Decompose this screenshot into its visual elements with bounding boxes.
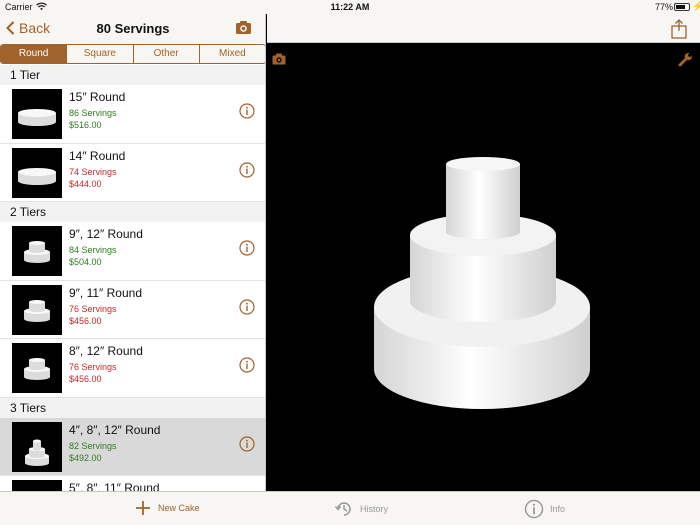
cake-thumbnail bbox=[12, 147, 62, 198]
servings-label: 86 Servings bbox=[69, 108, 117, 118]
wrench-icon[interactable] bbox=[678, 52, 693, 67]
cake-size-label: 15″ Round bbox=[69, 90, 126, 104]
info-icon[interactable] bbox=[239, 103, 255, 119]
cake-tier-top bbox=[446, 157, 520, 239]
section-header: 2 Tiers bbox=[0, 202, 265, 222]
price-label: $492.00 bbox=[69, 452, 102, 463]
segment-other[interactable]: Other bbox=[134, 45, 200, 63]
section-header: 1 Tier bbox=[0, 65, 265, 85]
history-label: History bbox=[360, 504, 389, 514]
battery-icon bbox=[674, 3, 690, 11]
shape-segmented-control: Round Square Other Mixed bbox=[0, 44, 265, 64]
cake-option-row[interactable]: 9″, 11″ Round 76 Servings $456.00 bbox=[0, 280, 265, 339]
servings-label: 76 Servings bbox=[69, 362, 117, 372]
cake-option-row[interactable]: 4″, 8″, 12″ Round 82 Servings $492.00 bbox=[0, 417, 265, 476]
info-circle-icon bbox=[524, 499, 544, 519]
servings-label: 76 Servings bbox=[69, 303, 117, 314]
new-cake-button[interactable]: New Cake bbox=[134, 499, 200, 517]
info-icon[interactable] bbox=[239, 298, 255, 315]
servings-label: 84 Servings bbox=[69, 245, 117, 255]
cake-size-label: 5″, 8″, 11″ Round bbox=[69, 481, 160, 491]
status-bar: Carrier 11:22 AM 77% ⚡ bbox=[0, 0, 700, 14]
clock: 11:22 AM bbox=[330, 2, 370, 12]
info-icon[interactable] bbox=[239, 435, 255, 452]
camera-icon[interactable] bbox=[272, 53, 286, 65]
cake-model bbox=[374, 157, 590, 409]
navigation-bar: Back 80 Servings bbox=[0, 14, 265, 43]
price-label: $516.00 bbox=[69, 120, 102, 130]
cake-size-label: 4″, 8″, 12″ Round bbox=[69, 422, 161, 437]
new-cake-label: New Cake bbox=[158, 503, 200, 513]
price-label: $444.00 bbox=[69, 178, 102, 189]
cake-3d-viewer[interactable] bbox=[267, 44, 700, 491]
charging-icon: ⚡ bbox=[692, 1, 700, 11]
camera-icon[interactable] bbox=[235, 20, 252, 35]
bottom-toolbar: New Cake History Info bbox=[0, 491, 700, 525]
cake-option-row[interactable]: 9″, 12″ Round 84 Servings $504.00 bbox=[0, 222, 265, 281]
cake-list-panel: Back 80 Servings Round Square Other Mixed 1… bbox=[0, 14, 266, 491]
cake-size-label: 9″, 12″ Round bbox=[69, 227, 143, 241]
segment-mixed[interactable]: Mixed bbox=[200, 45, 265, 63]
cake-size-label: 9″, 11″ Round bbox=[69, 285, 142, 300]
history-button[interactable]: History bbox=[334, 499, 388, 519]
viewer-top-bar bbox=[267, 14, 700, 43]
history-icon bbox=[334, 502, 351, 516]
battery-percent: 77% bbox=[655, 2, 674, 12]
cake-thumbnail bbox=[12, 421, 62, 472]
cake-size-label: 8″, 12″ Round bbox=[69, 344, 143, 358]
cake-option-row[interactable]: 14″ Round 74 Servings $444.00 bbox=[0, 143, 265, 202]
servings-label: 74 Servings bbox=[69, 166, 117, 177]
plus-icon bbox=[136, 501, 150, 515]
share-icon[interactable] bbox=[671, 19, 687, 39]
section-header: 3 Tiers bbox=[0, 397, 265, 418]
info-button[interactable]: Info bbox=[524, 499, 565, 519]
cake-thumbnail bbox=[12, 226, 62, 276]
info-label: Info bbox=[550, 504, 566, 514]
cake-option-row[interactable]: 5″, 8″, 11″ Round bbox=[0, 476, 265, 491]
price-label: $456.00 bbox=[69, 315, 102, 326]
info-icon[interactable] bbox=[239, 161, 255, 178]
info-icon[interactable] bbox=[239, 240, 255, 256]
page-title: 80 Servings bbox=[96, 21, 170, 36]
cake-option-row[interactable]: 8″, 12″ Round 76 Servings $456.00 bbox=[0, 339, 265, 398]
segment-square[interactable]: Square bbox=[67, 45, 134, 63]
info-icon[interactable] bbox=[239, 357, 255, 373]
price-label: $504.00 bbox=[69, 257, 102, 267]
cake-list: 1 Tier 15″ Round 86 Servings $516.00 14″ Rou… bbox=[0, 65, 265, 491]
cake-thumbnail bbox=[12, 480, 62, 491]
cake-thumbnail bbox=[12, 343, 62, 393]
cake-size-label: 14″ Round bbox=[69, 148, 126, 163]
servings-label: 82 Servings bbox=[69, 440, 117, 451]
cake-thumbnail bbox=[12, 89, 62, 139]
segment-round[interactable]: Round bbox=[1, 45, 68, 63]
cake-thumbnail bbox=[12, 284, 62, 335]
cake-option-row[interactable]: 15″ Round 86 Servings $516.00 bbox=[0, 85, 265, 144]
price-label: $456.00 bbox=[69, 374, 102, 384]
